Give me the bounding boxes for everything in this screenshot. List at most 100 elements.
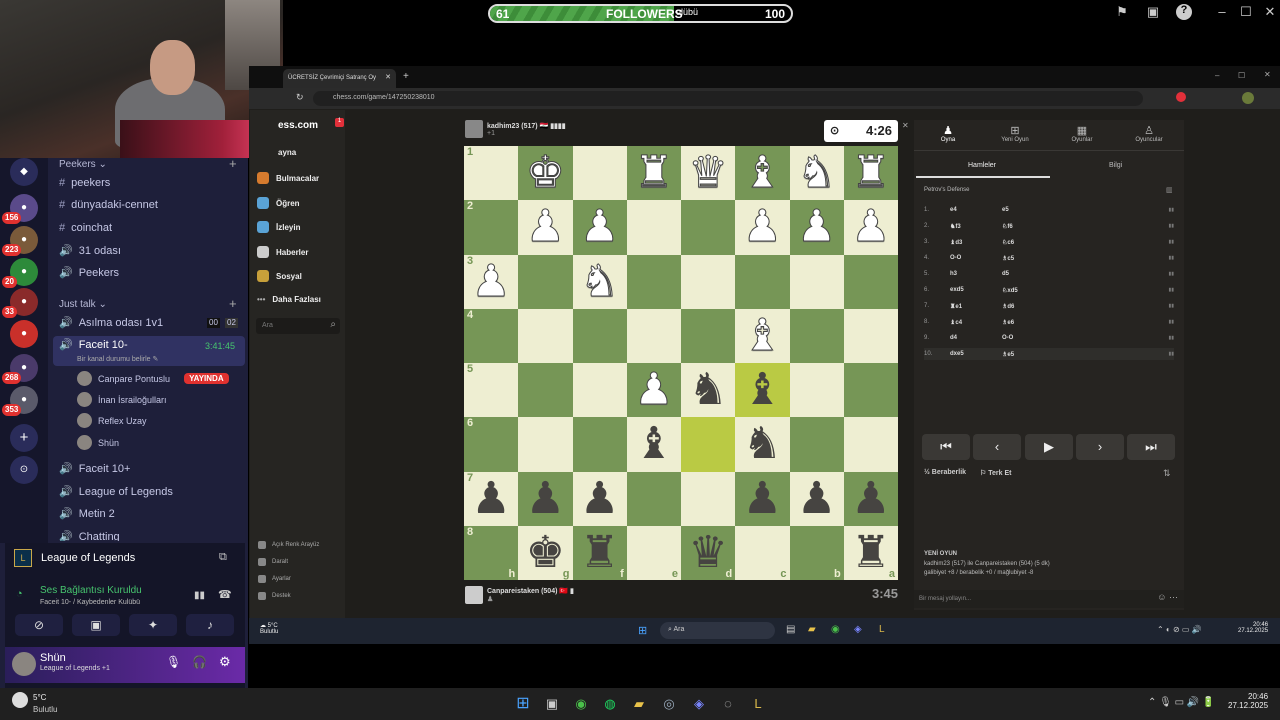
discord-icon[interactable]: ◈ [854, 624, 862, 635]
channel-peekers[interactable]: # peekers [59, 173, 110, 193]
first-move-button[interactable]: ⏮ [922, 434, 970, 460]
channel-chatting[interactable]: 🔊 Chatting [59, 527, 120, 541]
board-square[interactable]: 6 [464, 417, 519, 472]
opening-name[interactable]: Petrov's Defense [924, 187, 970, 193]
board-square[interactable] [626, 200, 681, 255]
white-rook[interactable]: ♜ [634, 148, 674, 198]
guild-icon[interactable]: ● 353 [2, 386, 38, 416]
board-square[interactable]: ♟ [572, 200, 627, 255]
black-bishop[interactable]: ♝ [634, 419, 673, 468]
new-tab-icon[interactable]: + [403, 71, 409, 82]
next-move-button[interactable]: › [1076, 434, 1124, 460]
board-square[interactable]: ♟ [626, 363, 681, 418]
light-mode-toggle[interactable]: Açık Renk Arayüz [258, 541, 319, 549]
nav-play[interactable]: ayna [278, 148, 296, 157]
voice-user[interactable]: Shün [77, 435, 119, 450]
black-move[interactable]: ♘f6 [1002, 223, 1082, 230]
discord-icon[interactable]: ◈ [689, 694, 709, 714]
add-channel-icon[interactable]: + [229, 156, 237, 171]
guild-icon[interactable]: ● 20 [2, 258, 38, 288]
guild-icon[interactable]: ● 156 [2, 194, 38, 224]
folder-icon[interactable]: ▰ [629, 694, 649, 714]
notification-icon[interactable]: 1 [335, 118, 344, 127]
black-pawn[interactable]: ♟ [797, 474, 836, 523]
move-row[interactable]: 10. dxe5 ♗e5 ▮▮ [924, 348, 1174, 360]
channel-faceit-plus[interactable]: 🔊 Faceit 10+ [59, 459, 130, 479]
activities-button[interactable]: ✦ [129, 614, 177, 636]
collapse-button[interactable]: Daralt [258, 558, 288, 566]
board-square[interactable] [789, 417, 844, 472]
maximize-icon[interactable]: ☐ [1238, 4, 1254, 20]
tray-icons[interactable]: ⌃ ◐ ⊘ ▭ 🔊 [1157, 625, 1202, 634]
board-square[interactable]: e [626, 525, 681, 580]
inner-search[interactable]: ⌕ Ara [660, 622, 775, 639]
white-bishop[interactable]: ♝ [742, 148, 782, 198]
board-square[interactable]: 2 [464, 200, 519, 255]
guild-icon[interactable]: ● [10, 320, 38, 348]
nav-puzzles[interactable]: Bulmacalar [257, 172, 319, 184]
extension-icon[interactable] [1176, 92, 1186, 102]
move-row[interactable]: 4. O-O ♗c5 ▮▮ [924, 252, 1174, 264]
board-square[interactable]: b [789, 525, 844, 580]
board-square[interactable]: ♟ [572, 471, 627, 526]
voice-user[interactable]: Reflex Uzay [77, 413, 147, 428]
board-square[interactable]: f ♜ [572, 525, 627, 580]
avatar[interactable] [12, 652, 36, 676]
screen-share-button[interactable]: ▣ [72, 614, 120, 636]
board-square[interactable]: ♝ [735, 308, 790, 363]
black-move[interactable]: ♗c5 [1002, 255, 1082, 262]
white-pawn[interactable]: ♟ [634, 365, 674, 415]
subtab-info[interactable]: Bilgi [1109, 162, 1122, 169]
black-move[interactable]: ♘c6 [1002, 239, 1082, 246]
activity-share-icon[interactable]: ⧉ [219, 551, 227, 564]
white-move[interactable]: exd5 [950, 287, 1002, 293]
clock[interactable]: 20:46 27.12.2025 [1228, 692, 1268, 710]
subtab-moves[interactable]: Hamleler [968, 162, 996, 169]
move-row[interactable]: 5. h3 d5 ▮▮ [924, 268, 1174, 280]
steam-icon[interactable]: ◎ [659, 694, 679, 714]
white-rook[interactable]: ♜ [851, 148, 891, 198]
move-row[interactable]: 6. exd5 ♘xd5 ▮▮ [924, 284, 1174, 296]
channel-metin2[interactable]: 🔊 Metin 2 [59, 504, 115, 524]
tab-games[interactable]: ▦ Oyunlar [1052, 124, 1112, 143]
book-icon[interactable]: ▥ [1166, 186, 1173, 194]
chess-board[interactable]: 1 ♚ ♜ ♛ ♝ ♞ ♜ 2 ♟ ♟ ♟ ♟ ♟ 3 ♟ ♞ 4 ♝ 5 ♟ ♞ ♝ 6 ♝ ♞ 7 ♟ ♟ ♟ ♟ ♟ ♟ 8 h g ♚ f ♜ e d… [464, 146, 898, 580]
support-link[interactable]: Destek [258, 592, 291, 600]
draw-button[interactable]: ½ Beraberlik [924, 469, 966, 476]
board-square[interactable]: 5 [464, 363, 519, 418]
board-square[interactable]: ♟ [518, 471, 573, 526]
board-square[interactable] [681, 200, 736, 255]
white-knight[interactable]: ♞ [796, 148, 836, 198]
board-square[interactable]: 8h [464, 525, 519, 580]
search-input[interactable]: Ara ⌕ [256, 318, 340, 334]
board-square[interactable]: ♚ [518, 146, 573, 201]
category-just-talk[interactable]: Just talk ⌄ [59, 299, 107, 310]
white-pawn[interactable]: ♟ [796, 202, 836, 252]
black-move[interactable]: ♘xd5 [1002, 287, 1082, 294]
board-square[interactable]: ♝ [626, 417, 681, 472]
board-square[interactable] [626, 471, 681, 526]
board-square[interactable]: ♟ [843, 471, 898, 526]
voice-user[interactable]: Canpare Pontuslu YAYINDA [77, 371, 229, 386]
black-move[interactable]: d5 [1002, 271, 1082, 277]
board-square[interactable] [626, 254, 681, 309]
channel-peekers-voice[interactable]: 🔊 Peekers [59, 263, 119, 283]
chess-logo[interactable]: ess.com [278, 120, 318, 131]
nav-news[interactable]: Haberler [257, 246, 308, 258]
bottom-player[interactable]: Canpareistaken (504) 🇹🇷 ▮ ♟ [465, 586, 574, 604]
weather-icon[interactable] [12, 692, 28, 708]
black-move[interactable]: ♗e5 [1002, 351, 1082, 358]
board-square[interactable] [572, 417, 627, 472]
white-pawn[interactable]: ♟ [742, 202, 782, 252]
camera-off-button[interactable]: ⊘ [15, 614, 63, 636]
board-square[interactable] [735, 254, 790, 309]
channel-status[interactable]: Bir kanal durumu belirle ✎ [77, 355, 158, 363]
white-move[interactable]: O-O [950, 255, 1002, 261]
board-square[interactable] [518, 254, 573, 309]
settings-icon[interactable]: ⚙ [219, 654, 231, 670]
white-knight[interactable]: ♞ [579, 256, 619, 306]
black-pawn[interactable]: ♟ [471, 474, 510, 523]
move-row[interactable]: 3. ♝d3 ♘c6 ▮▮ [924, 236, 1174, 248]
white-move[interactable]: d4 [950, 335, 1002, 341]
profile-icon[interactable] [1242, 92, 1254, 104]
